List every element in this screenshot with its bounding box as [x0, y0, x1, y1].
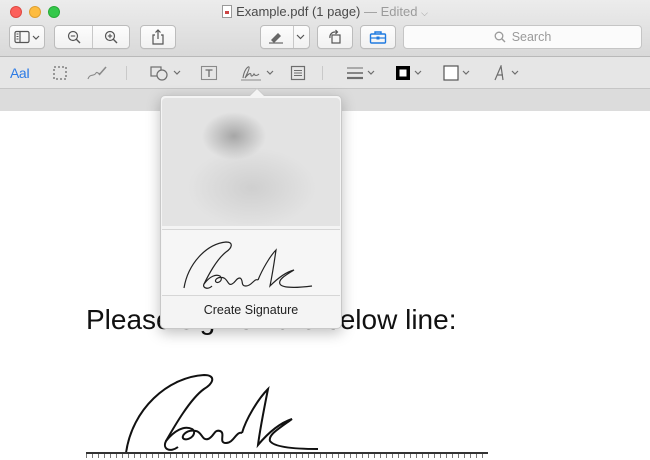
highlighter-icon [269, 33, 284, 44]
fill-color-icon [443, 65, 459, 81]
highlight-button[interactable] [261, 30, 292, 44]
chevron-down-icon [296, 34, 305, 40]
line-style-icon [347, 67, 363, 80]
shapes-tool[interactable] [150, 64, 181, 82]
text-box-tool[interactable] [200, 64, 218, 82]
markup-toolbar-button[interactable] [360, 25, 396, 49]
signature-popover: Create Signature [160, 88, 342, 329]
chevron-down-icon [462, 70, 470, 75]
chevron-down-icon: ⌵ [421, 8, 428, 18]
text-box-icon [200, 65, 218, 81]
view-menu-button[interactable] [9, 25, 45, 49]
chevron-down-icon [173, 70, 181, 75]
popover-arrow [249, 88, 265, 96]
sidebar-icon [14, 30, 40, 44]
signature-tool[interactable] [239, 64, 274, 82]
highlight-control [260, 25, 310, 49]
highlight-menu-button[interactable] [292, 34, 309, 40]
note-icon [290, 65, 306, 81]
chevron-down-icon [414, 70, 422, 75]
border-color-icon [396, 66, 410, 80]
zoom-out-button[interactable] [55, 30, 92, 44]
text-style-tool[interactable] [492, 64, 519, 82]
saved-signature-option[interactable] [162, 229, 340, 296]
share-button[interactable] [140, 25, 176, 49]
zoom-control [54, 25, 130, 49]
placed-signature[interactable] [118, 369, 328, 455]
toolbox-icon [369, 31, 387, 44]
note-tool[interactable] [290, 64, 306, 82]
search-field[interactable]: Search [403, 25, 642, 49]
window-title[interactable]: Example.pdf (1 page) — Edited ⌵ [0, 4, 650, 19]
rotate-button[interactable] [317, 25, 353, 49]
zoom-out-icon [67, 30, 80, 44]
signature-line-ticks [86, 454, 488, 458]
sketch-tool[interactable] [86, 64, 108, 82]
pdf-document-icon [222, 5, 233, 18]
filename: Example.pdf [236, 4, 309, 19]
text-selection-tool[interactable]: AaI [10, 64, 30, 82]
search-placeholder: Search [511, 30, 552, 44]
chevron-down-icon [511, 70, 519, 75]
signature-icon [241, 66, 261, 81]
saved-signature-preview [183, 241, 313, 289]
sketch-icon [87, 66, 107, 80]
create-signature-button[interactable]: Create Signature [161, 303, 341, 317]
titlebar: Example.pdf (1 page) — Edited ⌵ Search [0, 0, 650, 57]
fill-color-tool[interactable] [443, 64, 470, 82]
preview-window: Example.pdf (1 page) — Edited ⌵ Search A… [0, 0, 650, 460]
text-style-icon [494, 65, 504, 81]
blurred-signature-option[interactable] [162, 98, 340, 226]
text-tool-label: AaI [10, 65, 30, 81]
zoom-in-icon [104, 30, 117, 44]
rect-selection-icon [53, 66, 67, 80]
share-icon [152, 29, 164, 45]
edited-status: — Edited [364, 4, 418, 19]
line-style-tool[interactable] [346, 64, 375, 82]
rotate-icon [329, 29, 341, 44]
chevron-down-icon [367, 70, 375, 75]
page-count: (1 page) [311, 4, 361, 19]
border-color-tool[interactable] [395, 64, 422, 82]
rectangular-selection-tool[interactable] [53, 64, 67, 82]
shapes-icon [150, 66, 168, 81]
chevron-down-icon [266, 70, 274, 75]
markup-toolbar: AaI [0, 57, 650, 89]
zoom-in-button[interactable] [92, 30, 129, 44]
search-icon [494, 31, 506, 43]
